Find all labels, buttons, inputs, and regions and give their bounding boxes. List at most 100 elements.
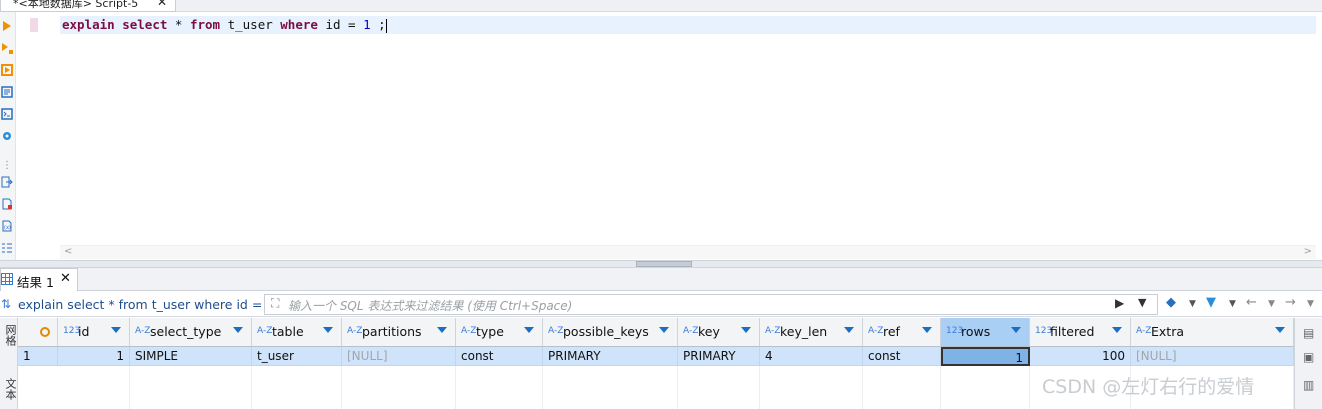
cell-possible-keys[interactable]: PRIMARY	[543, 347, 678, 366]
column-header-rows[interactable]: 123 rows	[941, 318, 1030, 347]
cell-key-len[interactable]: 4	[760, 347, 863, 366]
chevron-down-icon[interactable]: ▼	[1307, 299, 1314, 309]
sql-token: from	[189, 17, 221, 32]
column-header-label: rows	[961, 324, 991, 339]
export-icon[interactable]	[1, 176, 13, 188]
column-header-label: type	[476, 324, 504, 339]
sort-filter-dropdown-icon[interactable]	[111, 327, 121, 333]
editor-horizontal-scrollbar[interactable]: < >	[60, 245, 1316, 259]
column-header-type[interactable]: A-Z type	[456, 318, 543, 347]
result-tab-strip	[0, 268, 1322, 291]
column-header-id[interactable]: 123 id	[58, 318, 130, 347]
text-view-toggle[interactable]: 文本	[2, 378, 18, 400]
string-type-icon: A-Z	[765, 326, 781, 336]
column-header-partitions[interactable]: A-Z partitions	[342, 318, 456, 347]
sql-statement[interactable]: explain select * from t_user where id = …	[62, 17, 387, 33]
gear-icon[interactable]	[1, 130, 13, 142]
empty-grid-column	[678, 366, 760, 409]
cell-id[interactable]: 1	[58, 347, 130, 366]
variables-icon[interactable]: (x)	[1, 220, 13, 232]
execute-statement-icon[interactable]	[1, 20, 13, 32]
terminal-icon[interactable]	[1, 108, 13, 120]
apply-filter-icon[interactable]: ▶	[1115, 296, 1124, 310]
text-caret	[385, 18, 387, 33]
column-header-key-len[interactable]: A-Z key_len	[760, 318, 863, 347]
grid-icon	[1, 273, 13, 285]
sort-filter-dropdown-icon[interactable]	[844, 327, 854, 333]
column-header-label: possible_keys	[563, 324, 649, 339]
string-type-icon: A-Z	[868, 326, 884, 336]
panel-icon[interactable]: ▤	[1303, 326, 1314, 340]
filter-history-dropdown-icon[interactable]: ▼	[1138, 296, 1146, 309]
record-mode-icon	[40, 327, 50, 337]
eraser-icon[interactable]: ◆	[1166, 295, 1176, 310]
more-icon[interactable]: ⋮	[2, 160, 12, 171]
row-number-header[interactable]	[18, 318, 58, 347]
cell-table[interactable]: t_user	[252, 347, 342, 366]
cell-filtered[interactable]: 100	[1030, 347, 1131, 366]
column-header-Extra[interactable]: A-Z Extra	[1131, 318, 1294, 347]
cell-ref[interactable]: const	[863, 347, 941, 366]
string-type-icon: A-Z	[347, 326, 363, 336]
sort-filter-dropdown-icon[interactable]	[233, 327, 243, 333]
sql-editor[interactable]	[30, 12, 1318, 245]
execute-new-tab-icon[interactable]	[1, 64, 13, 76]
panel-icon[interactable]: ▣	[1303, 350, 1314, 364]
statement-marker	[30, 18, 38, 32]
empty-grid-column	[130, 366, 252, 409]
sql-token: explain	[62, 17, 115, 32]
explain-plan-icon[interactable]	[1, 86, 13, 98]
sort-filter-dropdown-icon[interactable]	[437, 327, 447, 333]
filter-expand-icon[interactable]: ⛶	[271, 296, 279, 311]
sort-filter-dropdown-icon[interactable]	[741, 327, 751, 333]
cell-rows[interactable]: 1	[941, 347, 1030, 366]
sort-filter-dropdown-icon[interactable]	[659, 327, 669, 333]
string-type-icon: A-Z	[548, 326, 564, 336]
editor-tab-title: *<本地数据库> Script-5	[13, 0, 139, 10]
cell-partitions[interactable]: [NULL]	[342, 347, 456, 366]
column-header-filtered[interactable]: 123 filtered	[1030, 318, 1131, 347]
scroll-left-icon[interactable]: <	[64, 246, 72, 257]
row-number[interactable]: 1	[18, 347, 58, 366]
cell-key[interactable]: PRIMARY	[678, 347, 760, 366]
editor-tab[interactable]: *<本地数据库> Script-5 ✕	[0, 0, 176, 12]
filter-icon[interactable]: ▼	[1206, 295, 1216, 310]
column-header-possible-keys[interactable]: A-Z possible_keys	[543, 318, 678, 347]
filter-placeholder: 输入一个 SQL 表达式来过滤结果 (使用 Ctrl+Space)	[288, 299, 573, 313]
cell-select-type[interactable]: SIMPLE	[130, 347, 252, 366]
splitter-handle[interactable]	[636, 261, 692, 267]
column-header-ref[interactable]: A-Z ref	[863, 318, 941, 347]
view-mode-panel: 网格 文本	[0, 318, 18, 409]
chevron-down-icon[interactable]: ▼	[1229, 299, 1236, 309]
sort-filter-dropdown-icon[interactable]	[922, 327, 932, 333]
column-header-key[interactable]: A-Z key	[678, 318, 760, 347]
empty-grid-column	[342, 366, 456, 409]
outline-icon[interactable]	[1, 242, 13, 254]
cell-type[interactable]: const	[456, 347, 543, 366]
column-header-select-type[interactable]: A-Z select_type	[130, 318, 252, 347]
execute-script-icon[interactable]	[1, 42, 13, 54]
chevron-down-icon[interactable]: ▼	[1189, 299, 1196, 309]
chevron-down-icon[interactable]: ▼	[1268, 299, 1275, 309]
close-icon[interactable]: ✕	[60, 271, 71, 286]
grid-view-toggle[interactable]: 网格	[2, 324, 18, 346]
sort-filter-dropdown-icon[interactable]	[323, 327, 333, 333]
sql-token: 1	[363, 17, 371, 32]
sql-token: id =	[317, 17, 364, 32]
panel-icon[interactable]: ▥	[1303, 378, 1314, 392]
new-script-icon[interactable]	[1, 198, 13, 210]
sort-filter-dropdown-icon[interactable]	[1112, 327, 1122, 333]
close-icon[interactable]: ✕	[157, 0, 167, 8]
column-header-label: filtered	[1050, 324, 1095, 339]
column-header-label: id	[78, 324, 90, 339]
cell-Extra[interactable]: [NULL]	[1131, 347, 1294, 366]
column-header-label: partitions	[362, 324, 422, 339]
sort-filter-dropdown-icon[interactable]	[524, 327, 534, 333]
column-header-table[interactable]: A-Z table	[252, 318, 342, 347]
scroll-right-icon[interactable]: >	[1304, 246, 1312, 257]
sort-filter-dropdown-icon[interactable]	[1011, 327, 1021, 333]
back-icon[interactable]: ←	[1246, 295, 1257, 310]
sort-filter-dropdown-icon[interactable]	[1275, 327, 1285, 333]
column-header-label: ref	[883, 324, 900, 339]
forward-icon[interactable]: →	[1285, 295, 1296, 310]
